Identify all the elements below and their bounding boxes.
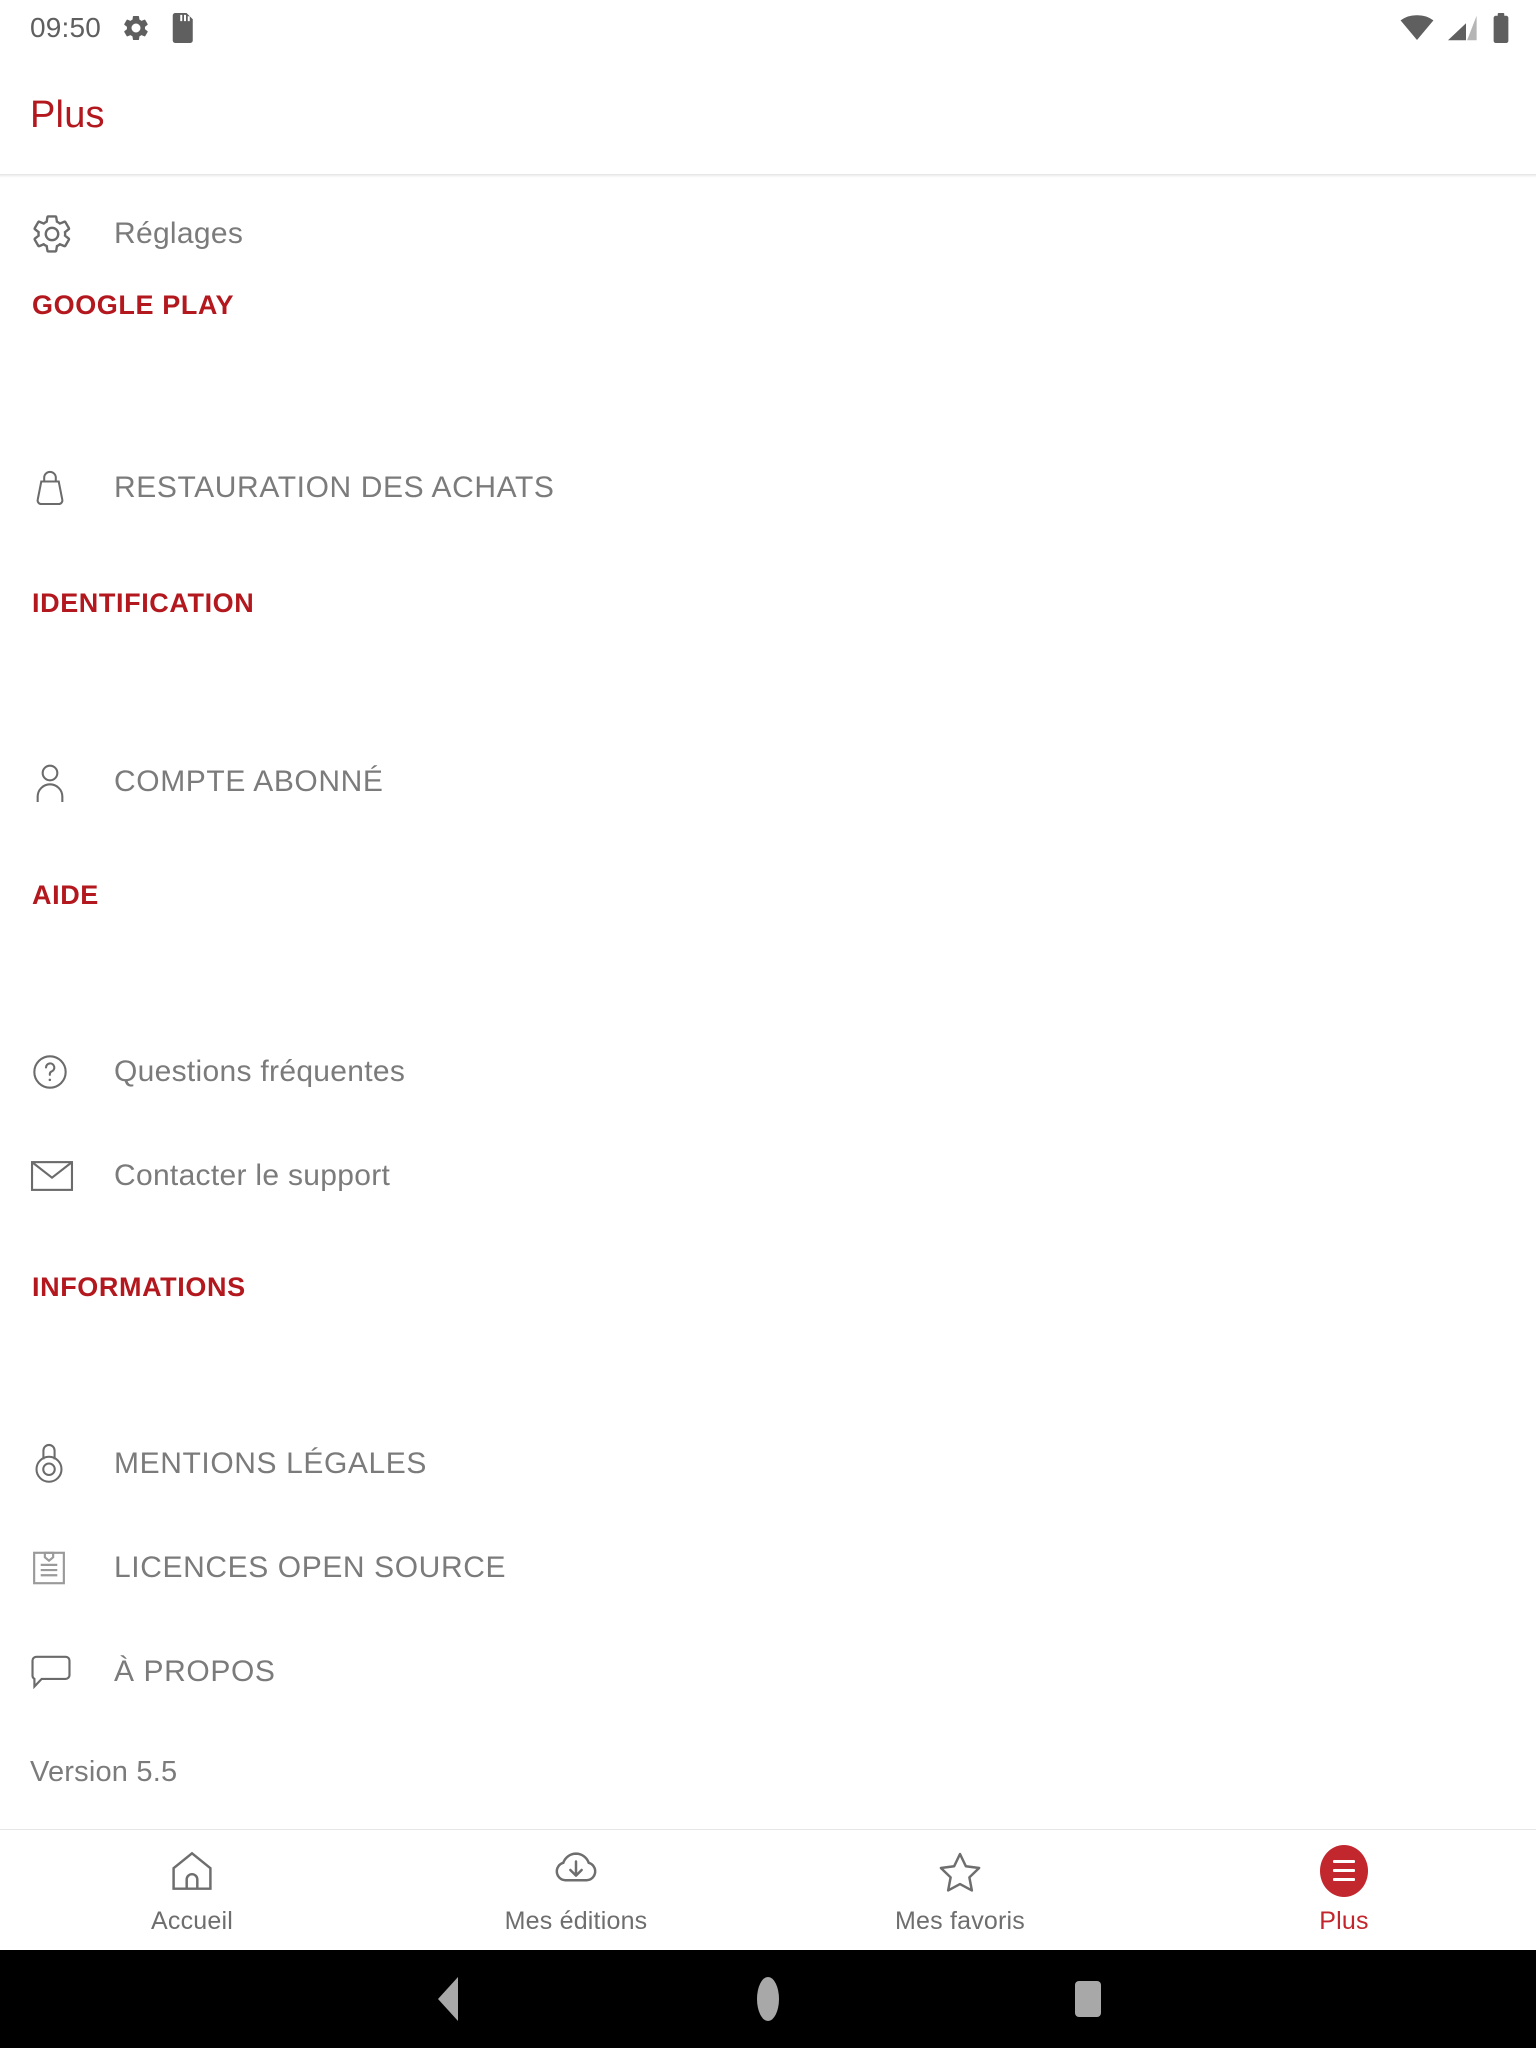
nav-item-label: Mes éditions [504,1906,648,1935]
padlock-icon [30,1436,86,1492]
list-item-label: MENTIONS LÉGALES [114,1447,428,1480]
list-item-label: Contacter le support [114,1159,391,1192]
android-system-nav [0,1950,1536,2048]
app-bar: Plus [0,56,1536,174]
list-item-compte-abonne[interactable]: COMPTE ABONNÉ [0,734,1536,830]
envelope-icon [30,1148,86,1204]
section-header-aide: AIDE [32,880,99,910]
person-icon [30,754,86,810]
cloud-download-icon [553,1845,599,1897]
status-bar-clock: 09:50 [30,12,102,43]
nav-item-plus[interactable]: Plus [1152,1830,1536,1950]
section-header-google-play: GOOGLE PLAY [32,290,235,320]
status-bar-left: 09:50 [30,13,197,43]
list-item-label: COMPTE ABONNÉ [114,765,384,798]
back-triangle-icon[interactable] [413,1964,483,2034]
list-item-questions-frequentes[interactable]: Questions fréquentes [0,1024,1536,1120]
star-outline-icon [937,1845,983,1897]
nav-item-label: Mes favoris [894,1906,1025,1935]
speech-bubble-icon [30,1644,86,1700]
list-item-label: À PROPOS [114,1655,276,1688]
list-item-mentions-legales[interactable]: MENTIONS LÉGALES [0,1416,1536,1512]
version-label: Version 5.5 [30,1755,178,1788]
home-circle-icon[interactable] [733,1964,803,2034]
question-circle-icon [30,1044,86,1100]
list-item-restauration-des-achats[interactable]: RESTAURATION DES ACHATS [0,440,1536,536]
gear-icon [30,206,86,262]
nav-item-label: Plus [1319,1906,1369,1935]
gear-icon [121,13,151,43]
section-header-identification: IDENTIFICATION [32,588,255,618]
list-item-label: Questions fréquentes [114,1055,406,1088]
battery-icon [1492,13,1510,43]
nav-item-accueil[interactable]: Accueil [0,1830,384,1950]
bottom-navigation-bar: Accueil Mes éditions Mes favoris Plus [0,1829,1536,1950]
home-icon [169,1845,215,1897]
active-indicator [1320,1844,1368,1897]
list-item-reglages[interactable]: Réglages [0,178,1536,290]
recents-square-icon[interactable] [1053,1964,1123,2034]
clipboard-icon [30,1540,86,1596]
status-bar: 09:50 [0,0,1536,56]
version-row: Version 5.5 [0,1732,1536,1812]
list-item-label: LICENCES OPEN SOURCE [114,1551,507,1584]
nav-item-mes-favoris[interactable]: Mes favoris [768,1830,1152,1950]
list-item-label: RESTAURATION DES ACHATS [114,471,555,504]
shopping-bag-icon [30,460,86,516]
list-item-licences-open-source[interactable]: LICENCES OPEN SOURCE [0,1520,1536,1616]
list-item-a-propos[interactable]: À PROPOS [0,1624,1536,1720]
sd-card-icon [171,13,197,43]
status-bar-right [1400,13,1510,43]
nav-item-mes-editions[interactable]: Mes éditions [384,1830,768,1950]
section-header-informations: INFORMATIONS [32,1272,246,1302]
cellular-signal-icon [1448,15,1478,41]
page-title: Plus [30,93,105,136]
hamburger-menu-icon [1320,1844,1368,1897]
nav-item-label: Accueil [151,1906,233,1935]
list-item-contacter-le-support[interactable]: Contacter le support [0,1128,1536,1224]
settings-list: Réglages GOOGLE PLAY RESTAURATION DES AC… [0,178,1536,1868]
list-item-label: Réglages [114,217,244,250]
wifi-icon [1400,15,1434,41]
